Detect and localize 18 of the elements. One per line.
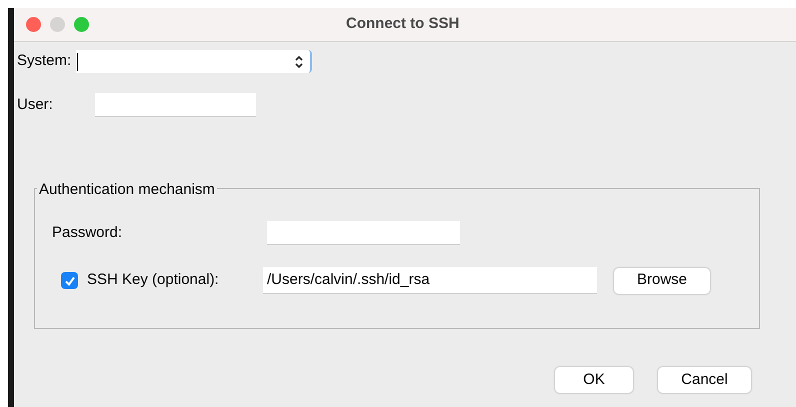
ssh-key-checkbox[interactable] (61, 272, 78, 289)
field-label: SSH Key (optional): (87, 270, 220, 290)
system-combo-box[interactable] (76, 50, 312, 73)
zoom-button[interactable] (74, 17, 89, 32)
window-title: Connect to SSH (346, 14, 460, 34)
field-label: System: (17, 51, 72, 72)
checkmark-icon (64, 274, 76, 286)
ssh-key-input-field[interactable]: /Users/calvin/.ssh/id_rsa (263, 267, 597, 294)
field-label: Password: (52, 222, 124, 243)
close-button[interactable] (26, 17, 41, 32)
dialog-button[interactable]: OK (555, 367, 633, 393)
user-input-field[interactable] (95, 93, 256, 117)
password-input-field[interactable] (267, 221, 460, 245)
stepper-icon (294, 54, 304, 68)
browse-button[interactable]: Browse (614, 268, 710, 294)
field-label: User: (17, 94, 54, 115)
minimize-button[interactable] (50, 17, 65, 32)
dialog-button[interactable]: Cancel (658, 367, 751, 393)
